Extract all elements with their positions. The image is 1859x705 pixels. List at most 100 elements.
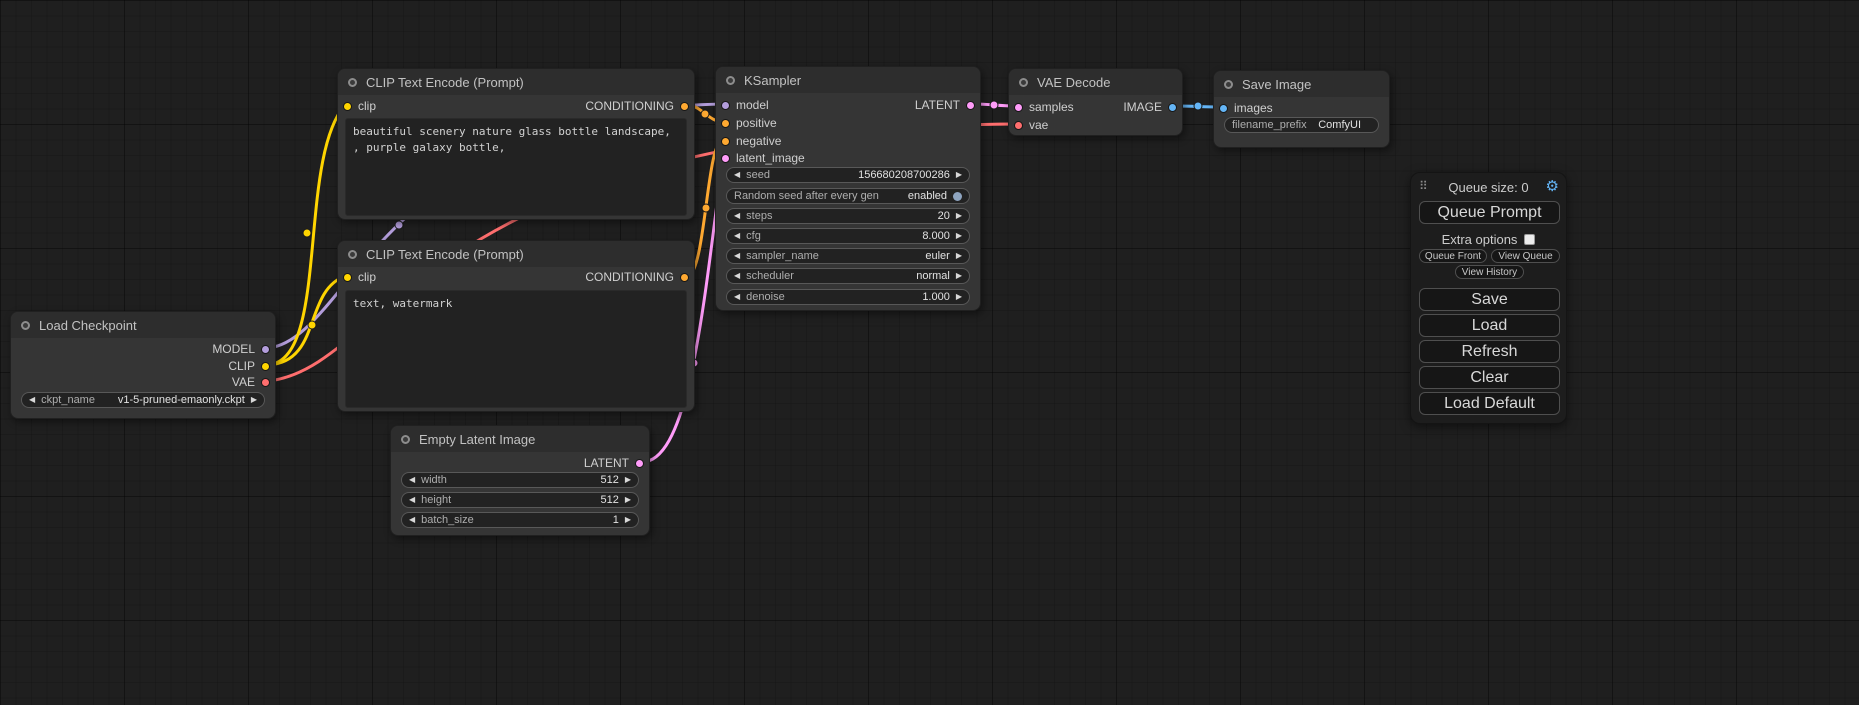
decrement-icon[interactable]: ◀: [734, 252, 740, 260]
decrement-icon[interactable]: ◀: [29, 396, 35, 404]
slot-dot-model[interactable]: [261, 345, 270, 354]
widget-label: height: [421, 494, 451, 506]
increment-icon[interactable]: ▶: [956, 293, 962, 301]
node-title: CLIP Text Encode (Prompt): [366, 247, 524, 262]
decrement-icon[interactable]: ◀: [734, 232, 740, 240]
decrement-icon[interactable]: ◀: [734, 171, 740, 179]
widget-seed[interactable]: ◀ seed 156680208700286 ▶: [726, 167, 970, 183]
node-title-bar[interactable]: Load Checkpoint: [11, 312, 275, 338]
toggle-dot-icon[interactable]: [953, 192, 962, 201]
increment-icon[interactable]: ▶: [956, 272, 962, 280]
decrement-icon[interactable]: ◀: [734, 293, 740, 301]
input-slot-vae[interactable]: vae: [1009, 117, 1182, 133]
load-button[interactable]: Load: [1419, 314, 1560, 337]
slot-dot-latent[interactable]: [966, 101, 975, 110]
increment-icon[interactable]: ▶: [956, 171, 962, 179]
slot-dot-conditioning[interactable]: [680, 102, 689, 111]
slot-dot-latent[interactable]: [721, 154, 730, 163]
slot-dot-vae[interactable]: [261, 378, 270, 387]
settings-gear-icon[interactable]: ⚙: [1546, 178, 1559, 196]
node-title-bar[interactable]: KSampler: [716, 67, 980, 93]
node-title-bar[interactable]: Save Image: [1214, 71, 1389, 97]
output-slot-conditioning[interactable]: CONDITIONING: [338, 98, 694, 114]
collapse-dot-icon[interactable]: [726, 76, 735, 85]
slot-dot-conditioning[interactable]: [680, 273, 689, 282]
refresh-button[interactable]: Refresh: [1419, 340, 1560, 363]
node-title-bar[interactable]: Empty Latent Image: [391, 426, 649, 452]
slot-dot-vae[interactable]: [1014, 121, 1023, 130]
queue-front-button[interactable]: Queue Front: [1419, 249, 1487, 263]
collapse-dot-icon[interactable]: [348, 78, 357, 87]
node-clip-text-encode-negative[interactable]: CLIP Text Encode (Prompt) clip CONDITION…: [337, 240, 695, 412]
node-title-bar[interactable]: CLIP Text Encode (Prompt): [338, 69, 694, 95]
node-title-bar[interactable]: VAE Decode: [1009, 69, 1182, 95]
decrement-icon[interactable]: ◀: [409, 476, 415, 484]
node-clip-text-encode-positive[interactable]: CLIP Text Encode (Prompt) clip CONDITION…: [337, 68, 695, 220]
queue-prompt-button[interactable]: Queue Prompt: [1419, 201, 1560, 224]
output-slot-image[interactable]: IMAGE: [1009, 99, 1182, 115]
increment-icon[interactable]: ▶: [625, 516, 631, 524]
slot-dot-conditioning[interactable]: [721, 119, 730, 128]
queue-panel[interactable]: ⠿ Queue size: 0 ⚙ Queue Prompt Extra opt…: [1410, 172, 1567, 424]
output-slot-latent[interactable]: LATENT: [391, 455, 649, 471]
view-queue-button[interactable]: View Queue: [1491, 249, 1560, 263]
widget-cfg[interactable]: ◀ cfg 8.000 ▶: [726, 228, 970, 244]
prompt-textarea[interactable]: text, watermark: [345, 290, 687, 408]
node-load-checkpoint[interactable]: Load Checkpoint MODEL CLIP VAE ◀ ckpt_na…: [10, 311, 276, 419]
input-slot-positive[interactable]: positive: [716, 115, 980, 131]
queue-panel-header[interactable]: ⠿ Queue size: 0 ⚙: [1411, 178, 1566, 196]
collapse-dot-icon[interactable]: [21, 321, 30, 330]
widget-denoise[interactable]: ◀ denoise 1.000 ▶: [726, 289, 970, 305]
input-slot-negative[interactable]: negative: [716, 133, 980, 149]
slot-dot-conditioning[interactable]: [721, 137, 730, 146]
increment-icon[interactable]: ▶: [625, 496, 631, 504]
output-slot-clip[interactable]: CLIP: [11, 358, 275, 374]
decrement-icon[interactable]: ◀: [734, 212, 740, 220]
decrement-icon[interactable]: ◀: [409, 496, 415, 504]
increment-icon[interactable]: ▶: [956, 212, 962, 220]
increment-icon[interactable]: ▶: [956, 252, 962, 260]
prompt-textarea[interactable]: beautiful scenery nature glass bottle la…: [345, 118, 687, 216]
increment-icon[interactable]: ▶: [956, 232, 962, 240]
decrement-icon[interactable]: ◀: [734, 272, 740, 280]
slot-dot-latent[interactable]: [635, 459, 644, 468]
widget-height[interactable]: ◀ height 512 ▶: [401, 492, 639, 508]
widget-batch-size[interactable]: ◀ batch_size 1 ▶: [401, 512, 639, 528]
node-title-bar[interactable]: CLIP Text Encode (Prompt): [338, 241, 694, 267]
output-slot-model[interactable]: MODEL: [11, 341, 275, 357]
widget-sampler-name[interactable]: ◀ sampler_name euler ▶: [726, 248, 970, 264]
collapse-dot-icon[interactable]: [401, 435, 410, 444]
slot-dot-clip[interactable]: [261, 362, 270, 371]
collapse-dot-icon[interactable]: [1224, 80, 1233, 89]
increment-icon[interactable]: ▶: [625, 476, 631, 484]
extra-options-checkbox[interactable]: [1524, 234, 1535, 245]
widget-ckpt-name[interactable]: ◀ ckpt_name v1-5-pruned-emaonly.ckpt ▶: [21, 392, 265, 408]
input-slot-latent-image[interactable]: latent_image: [716, 150, 980, 166]
node-vae-decode[interactable]: VAE Decode samples IMAGE vae: [1008, 68, 1183, 136]
node-empty-latent-image[interactable]: Empty Latent Image LATENT ◀ width 512 ▶ …: [390, 425, 650, 536]
view-history-button[interactable]: View History: [1455, 265, 1524, 279]
graph-canvas[interactable]: Load Checkpoint MODEL CLIP VAE ◀ ckpt_na…: [0, 0, 1859, 705]
widget-random-seed-toggle[interactable]: Random seed after every gen enabled: [726, 188, 970, 204]
widget-steps[interactable]: ◀ steps 20 ▶: [726, 208, 970, 224]
collapse-dot-icon[interactable]: [348, 250, 357, 259]
widget-scheduler[interactable]: ◀ scheduler normal ▶: [726, 268, 970, 284]
save-button[interactable]: Save: [1419, 288, 1560, 311]
output-slot-latent[interactable]: LATENT: [716, 97, 980, 113]
collapse-dot-icon[interactable]: [1019, 78, 1028, 87]
widget-filename-prefix[interactable]: filename_prefix ComfyUI: [1224, 117, 1379, 133]
node-save-image[interactable]: Save Image images filename_prefix ComfyU…: [1213, 70, 1390, 148]
extra-options-row[interactable]: Extra options: [1411, 232, 1566, 247]
slot-dot-image[interactable]: [1219, 104, 1228, 113]
node-ksampler[interactable]: KSampler model LATENT positive negative …: [715, 66, 981, 311]
decrement-icon[interactable]: ◀: [409, 516, 415, 524]
slot-dot-image[interactable]: [1168, 103, 1177, 112]
increment-icon[interactable]: ▶: [251, 396, 257, 404]
slot-label: images: [1234, 101, 1273, 115]
clear-button[interactable]: Clear: [1419, 366, 1560, 389]
widget-width[interactable]: ◀ width 512 ▶: [401, 472, 639, 488]
output-slot-conditioning[interactable]: CONDITIONING: [338, 269, 694, 285]
load-default-button[interactable]: Load Default: [1419, 392, 1560, 415]
input-slot-images[interactable]: images: [1214, 100, 1389, 116]
output-slot-vae[interactable]: VAE: [11, 374, 275, 390]
